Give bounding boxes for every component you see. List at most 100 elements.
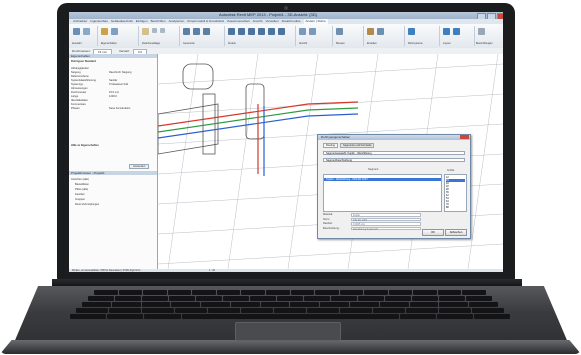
key bbox=[472, 308, 504, 313]
description-select[interactable]: Segmentbeschreibung bbox=[323, 158, 465, 162]
rotate-icon[interactable] bbox=[268, 28, 275, 35]
key bbox=[406, 308, 438, 313]
ribbon-group-label: Eigenschaften bbox=[101, 42, 117, 45]
key bbox=[473, 314, 511, 319]
status-text: Klicken, um auszuwählen; TAB für Alterna… bbox=[72, 269, 141, 272]
key bbox=[439, 308, 471, 313]
properties-icon[interactable] bbox=[101, 28, 108, 35]
prop-label: Kommentare bbox=[71, 103, 86, 106]
type-properties-icon[interactable] bbox=[111, 28, 118, 35]
properties-help-title: Hilfe zu Eigenschaften bbox=[71, 144, 99, 147]
description-input[interactable]: Weichlötung Kupferrohr bbox=[351, 226, 421, 231]
prop-value[interactable]: 1200.0 bbox=[109, 95, 117, 98]
dialog-title: Rohrtypeigenschaften bbox=[318, 135, 470, 140]
cut-geometry-icon[interactable] bbox=[183, 28, 190, 35]
prop-value[interactable]: Neue Konstruktion bbox=[109, 107, 130, 110]
prop-value[interactable]: 15.0 mm bbox=[109, 91, 119, 94]
prop-value[interactable]: Rauchrohr Neigung bbox=[109, 71, 132, 74]
prop-label: Identitätsdaten bbox=[71, 99, 89, 102]
view-scale[interactable]: 1 : 20 bbox=[209, 269, 215, 272]
override-icon[interactable] bbox=[309, 28, 316, 35]
prop-label: Systemtyp bbox=[71, 83, 84, 86]
segment-list-header: Segment bbox=[368, 168, 379, 171]
key bbox=[216, 290, 241, 295]
key bbox=[107, 314, 144, 319]
key bbox=[144, 314, 181, 319]
tab-segmente[interactable]: Segmente und Formteile bbox=[340, 143, 375, 148]
key bbox=[413, 290, 437, 295]
key bbox=[277, 296, 303, 301]
browser-item[interactable]: Pläne (alle) bbox=[75, 188, 88, 191]
browser-item[interactable]: Familien bbox=[75, 193, 85, 196]
create-similar-icon[interactable] bbox=[367, 28, 374, 35]
join-icon[interactable] bbox=[193, 28, 200, 35]
wall-join-icon[interactable] bbox=[203, 28, 210, 35]
material-input[interactable]: Kupfer bbox=[351, 213, 421, 217]
browser-item[interactable]: Ansichten (alle) bbox=[71, 178, 89, 181]
key bbox=[109, 308, 141, 313]
measure-icon[interactable] bbox=[336, 28, 343, 35]
select-icon[interactable] bbox=[83, 28, 90, 35]
modify-icon[interactable] bbox=[73, 28, 80, 35]
pipe-system-icon[interactable] bbox=[408, 28, 415, 35]
key bbox=[364, 290, 388, 295]
prop-value[interactable]: Sanitär bbox=[109, 79, 117, 82]
apply-button[interactable]: Anwenden bbox=[129, 164, 150, 169]
tag-icon[interactable] bbox=[478, 28, 485, 35]
copy-icon[interactable] bbox=[160, 28, 165, 33]
key bbox=[167, 290, 192, 295]
type-selector[interactable]: Rohrtypen Standard bbox=[71, 60, 96, 63]
keyboard-row bbox=[70, 314, 511, 319]
ribbon: Auswahl Eigenschaften Zwischenablage Geo… bbox=[69, 24, 503, 49]
browser-item[interactable]: Revit-Verknüpfungen bbox=[75, 203, 99, 206]
key bbox=[358, 296, 384, 301]
cancel-button[interactable]: Abbrechen bbox=[445, 229, 467, 236]
segment-list-selected[interactable]: Kupfer - Weichlötung - DIN EN 1057 bbox=[324, 178, 441, 181]
key bbox=[290, 290, 315, 295]
prop-label: Referenzebene bbox=[71, 75, 89, 78]
group-icon[interactable] bbox=[377, 28, 384, 35]
trim-icon[interactable] bbox=[278, 28, 285, 35]
browser-item[interactable]: Bauteillisten bbox=[75, 183, 89, 186]
ribbon-group-aendern: Ändern bbox=[225, 26, 296, 46]
sizes-header: Größe bbox=[447, 169, 455, 172]
offset-icon[interactable] bbox=[238, 28, 245, 35]
prop-value[interactable]: Trinkwasser Kalt bbox=[109, 83, 128, 86]
ribbon-group-label: Ansicht bbox=[299, 42, 308, 45]
key bbox=[399, 314, 436, 319]
mirror-icon[interactable] bbox=[248, 28, 255, 35]
move-icon[interactable] bbox=[258, 28, 265, 35]
size-item[interactable]: 88 bbox=[446, 206, 465, 209]
key bbox=[142, 308, 174, 313]
roughness-label: Rauheit: bbox=[323, 222, 333, 225]
align-icon[interactable] bbox=[228, 28, 235, 35]
screen: Autodesk Revit MEP 2013 - Projekt1 - 3D-… bbox=[69, 12, 503, 272]
roughness-input[interactable]: 0.0015 mm bbox=[351, 222, 421, 226]
key bbox=[201, 302, 230, 307]
browser-item[interactable]: Gruppen bbox=[75, 198, 85, 201]
key bbox=[304, 296, 330, 301]
keyboard-row bbox=[94, 290, 486, 295]
norm-input[interactable]: DIN EN 1057 bbox=[351, 217, 421, 222]
segment-select[interactable]: Segmentauswahl: Kupfer - Weichlötung bbox=[323, 151, 465, 155]
key bbox=[373, 308, 405, 313]
key bbox=[118, 290, 143, 295]
paste-icon[interactable] bbox=[142, 28, 149, 35]
tab-routing[interactable]: Routing bbox=[323, 143, 338, 148]
properties-header: Eigenschaften bbox=[69, 54, 157, 58]
sizes-list[interactable]: 12 15 18 22 28 35 42 54 64 76 88 bbox=[444, 174, 467, 212]
insulation-icon[interactable] bbox=[453, 28, 460, 35]
key bbox=[223, 296, 249, 301]
ribbon-group-eigenschaften: Eigenschaften bbox=[98, 26, 139, 46]
offset-label: Versatz: bbox=[119, 49, 130, 53]
ribbon-group-label: Layout bbox=[443, 42, 451, 45]
ribbon-group-layout: Layout bbox=[440, 26, 475, 46]
cut-icon[interactable] bbox=[152, 28, 157, 33]
segment-list[interactable]: Kupfer - Weichlötung - DIN EN 1057 bbox=[323, 174, 442, 212]
slope-icon[interactable] bbox=[443, 28, 450, 35]
ribbon-group-label: Beschriftungen bbox=[476, 42, 493, 45]
dialog-close-button[interactable] bbox=[460, 135, 469, 139]
ok-button[interactable]: OK bbox=[422, 229, 444, 236]
key bbox=[208, 308, 240, 313]
hide-icon[interactable] bbox=[299, 28, 306, 35]
